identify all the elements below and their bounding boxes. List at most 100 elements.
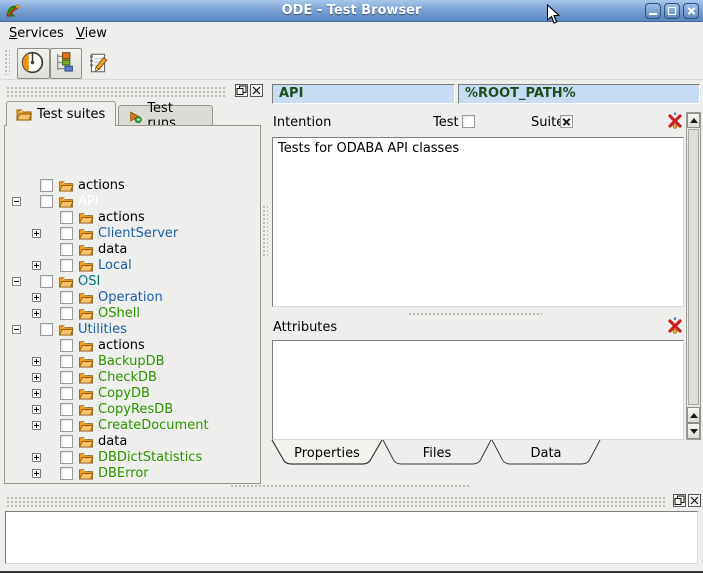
expand-icon[interactable]: [32, 261, 41, 270]
expand-icon[interactable]: [32, 293, 41, 302]
tree-item-label: API: [78, 194, 99, 210]
browse-mode-button[interactable]: [17, 48, 50, 79]
item-checkbox[interactable]: [60, 435, 73, 448]
window-title: ODE - Test Browser: [0, 0, 703, 22]
left-dock-float-button[interactable]: [235, 84, 248, 97]
expand-icon[interactable]: [32, 389, 41, 398]
tree-item-label: BackupDB: [98, 354, 165, 370]
close-icon: [251, 85, 262, 96]
folder-icon: [78, 244, 94, 260]
menu-bar: Services View: [0, 22, 703, 45]
right-panel-scrollbar[interactable]: [686, 112, 701, 440]
folder-icon: [78, 388, 94, 404]
folder-icon: [78, 404, 94, 420]
item-checkbox[interactable]: [40, 275, 53, 288]
collapse-icon[interactable]: [12, 277, 21, 286]
tree-item-label: CreateDocument: [98, 418, 209, 434]
item-checkbox[interactable]: [60, 227, 73, 240]
intention-textarea[interactable]: Tests for ODABA API classes: [272, 137, 684, 307]
item-checkbox[interactable]: [60, 403, 73, 416]
item-checkbox[interactable]: [60, 419, 73, 432]
expand-icon[interactable]: [32, 421, 41, 430]
svg-text:Properties: Properties: [294, 446, 360, 461]
bottom-dock-content[interactable]: [5, 511, 698, 564]
scroll-down-button[interactable]: [687, 423, 700, 439]
title-bar[interactable]: ODE - Test Browser: [0, 0, 703, 22]
scroll-up-button-2[interactable]: [687, 407, 700, 423]
expand-icon[interactable]: [32, 453, 41, 462]
folder-icon: [78, 228, 94, 244]
menu-services[interactable]: Services: [3, 22, 70, 45]
item-checkbox[interactable]: [60, 451, 73, 464]
clear-red-x-icon: [666, 317, 684, 335]
tree-item-label: OShell: [98, 306, 140, 322]
arrow-up-icon: [690, 118, 698, 123]
expand-icon[interactable]: [32, 373, 41, 382]
suite-checkbox[interactable]: [560, 115, 573, 128]
suite-name-field[interactable]: API: [272, 84, 455, 104]
left-dock-handle[interactable]: [6, 86, 226, 98]
menu-view[interactable]: View: [70, 22, 113, 45]
tree-item-label: CheckDB: [98, 370, 157, 386]
edit-notes-button[interactable]: [86, 51, 110, 75]
attributes-textarea[interactable]: [272, 340, 684, 440]
scrollbar-thumb[interactable]: [688, 129, 699, 405]
maximize-button[interactable]: [664, 3, 680, 19]
folder-icon: [78, 468, 94, 480]
tab-label: Test suites: [37, 107, 105, 122]
bottom-tab-data[interactable]: Data: [490, 440, 602, 466]
tree-view-button[interactable]: [50, 48, 82, 79]
item-checkbox[interactable]: [60, 371, 73, 384]
folder-icon: [58, 324, 74, 340]
bottom-dock-handle[interactable]: [6, 496, 666, 507]
tab-test-runs[interactable]: Test runs: [118, 105, 213, 126]
item-checkbox[interactable]: [60, 291, 73, 304]
expand-icon[interactable]: [32, 229, 41, 238]
folder-icon: [78, 292, 94, 308]
scroll-up-button[interactable]: [687, 113, 700, 128]
folder-icon: [78, 420, 94, 436]
vertical-splitter-handle[interactable]: [262, 205, 268, 257]
close-button[interactable]: [683, 3, 699, 19]
item-checkbox[interactable]: [60, 211, 73, 224]
clear-attributes-button[interactable]: [666, 317, 684, 335]
mouse-cursor: [546, 4, 561, 30]
folder-open-icon: [16, 108, 32, 121]
minimize-icon: [649, 13, 657, 15]
item-checkbox[interactable]: [60, 259, 73, 272]
horizontal-splitter-handle[interactable]: [408, 312, 542, 317]
svg-text:Data: Data: [530, 446, 561, 461]
clear-intention-button[interactable]: [666, 112, 684, 130]
expand-icon[interactable]: [32, 405, 41, 414]
edit-notes-icon: [86, 51, 110, 75]
item-checkbox[interactable]: [60, 339, 73, 352]
float-icon: [236, 85, 247, 96]
main-toolbar: [0, 45, 703, 80]
left-dock-close-button[interactable]: [250, 84, 263, 97]
expand-icon[interactable]: [32, 309, 41, 318]
item-checkbox[interactable]: [60, 307, 73, 320]
collapse-icon[interactable]: [12, 197, 21, 206]
bottom-tab-files[interactable]: Files: [381, 440, 493, 466]
item-checkbox[interactable]: [60, 467, 73, 480]
tree-item-label: data: [98, 242, 127, 258]
expand-icon[interactable]: [32, 469, 41, 478]
test-checkbox[interactable]: [462, 115, 475, 128]
folder-icon: [78, 452, 94, 468]
item-checkbox[interactable]: [40, 323, 53, 336]
bottom-dock-float-button[interactable]: [673, 494, 686, 507]
item-checkbox[interactable]: [40, 179, 53, 192]
root-path-field[interactable]: %ROOT_PATH%: [458, 84, 700, 104]
item-checkbox[interactable]: [60, 243, 73, 256]
bottom-tab-properties[interactable]: Properties: [270, 440, 384, 466]
bottom-dock-close-button[interactable]: [688, 494, 701, 507]
collapse-icon[interactable]: [12, 325, 21, 334]
bottom-splitter-handle[interactable]: [230, 484, 470, 489]
item-checkbox[interactable]: [60, 387, 73, 400]
item-checkbox[interactable]: [60, 355, 73, 368]
expand-icon[interactable]: [32, 357, 41, 366]
tab-test-suites[interactable]: Test suites: [6, 101, 116, 126]
minimize-button[interactable]: [645, 3, 661, 19]
toolbar-drag-handle[interactable]: [4, 49, 10, 75]
item-checkbox[interactable]: [40, 195, 53, 208]
